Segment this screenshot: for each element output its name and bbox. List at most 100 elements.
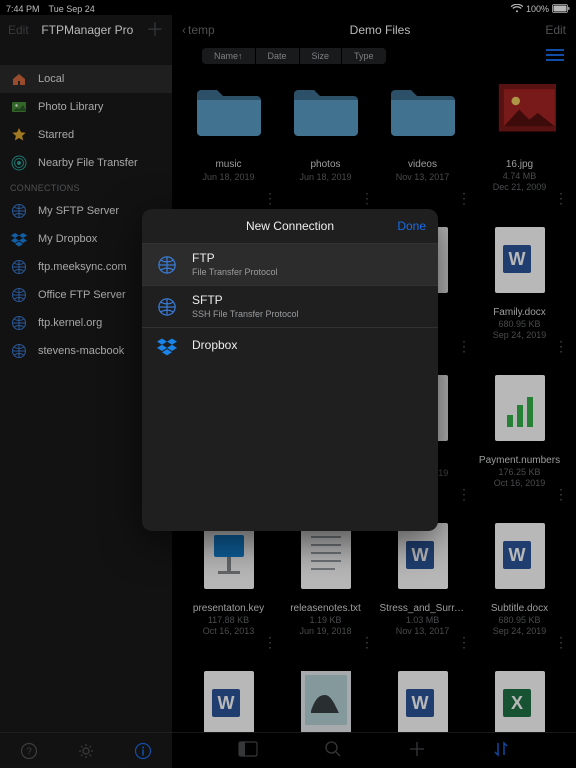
sidebar-item-label: Starred <box>38 129 74 141</box>
file-item[interactable]: W⋮ <box>378 667 467 732</box>
file-item[interactable]: WFamily.docx680.95 KBSep 24, 2019⋮ <box>475 223 564 367</box>
file-item[interactable]: WStress_and_Surr.doc1.03 MBNov 13, 2017⋮ <box>378 519 467 663</box>
battery-percent: 100% <box>526 4 549 14</box>
file-item[interactable]: Payment.numbers176.25 KBOct 16, 2019⋮ <box>475 371 564 515</box>
file-thumb <box>289 667 363 732</box>
new-connection-modal: New Connection Done FTP File Transfer Pr… <box>142 209 438 531</box>
sidebar-add-button[interactable]: ＋ <box>146 21 164 39</box>
file-item[interactable]: X⋮ <box>475 667 564 732</box>
modal-option-dropbox[interactable]: Dropbox <box>142 327 438 363</box>
file-date: Nov 13, 2017 <box>396 172 450 182</box>
sort-name[interactable]: Name↑ <box>202 48 255 64</box>
dropbox-icon <box>156 335 178 357</box>
sort-type[interactable]: Type <box>341 48 386 64</box>
sidebar-item-label: Photo Library <box>38 101 103 113</box>
view-mode-button[interactable] <box>546 48 566 64</box>
search-icon[interactable] <box>324 740 342 761</box>
file-date: Jun 18, 2019 <box>202 172 254 182</box>
globe-icon <box>10 202 28 220</box>
file-size: 117.88 KB <box>208 615 249 625</box>
file-name: videos <box>408 159 437 170</box>
file-name: Subtitle.docx <box>491 603 548 614</box>
globe-icon <box>156 254 178 276</box>
file-more-button[interactable]: ⋮ <box>360 640 374 645</box>
sort-date[interactable]: Date <box>255 48 299 64</box>
status-time: 7:44 PM <box>6 4 40 14</box>
file-name: presentaton.key <box>193 603 264 614</box>
add-icon[interactable] <box>408 740 426 761</box>
file-item[interactable]: ⋮ <box>281 667 370 732</box>
modal-option-title: FTP <box>192 251 278 265</box>
modal-done-button[interactable]: Done <box>397 209 426 243</box>
file-date: Dec 21, 2009 <box>493 182 547 192</box>
sidebar-item-label: My SFTP Server <box>38 205 119 217</box>
file-name: Stress_and_Surr.doc <box>380 603 466 614</box>
file-more-button[interactable]: ⋮ <box>554 640 568 645</box>
sort-size[interactable]: Size <box>299 48 342 64</box>
file-more-button[interactable]: ⋮ <box>457 492 471 497</box>
file-name: 16.jpg <box>506 159 533 170</box>
file-more-button[interactable]: ⋮ <box>457 344 471 349</box>
file-thumb: W <box>386 667 460 732</box>
sidebar-item-label: Nearby File Transfer <box>38 157 138 169</box>
modal-option-ftp[interactable]: FTP File Transfer Protocol <box>142 243 438 285</box>
info-icon[interactable] <box>131 742 155 760</box>
file-item[interactable]: videosNov 13, 2017⋮ <box>378 75 467 219</box>
page-title: Demo Files <box>215 23 546 37</box>
back-button[interactable]: ‹ temp <box>182 23 215 37</box>
file-more-button[interactable]: ⋮ <box>457 640 471 645</box>
file-item[interactable]: photosJun 18, 2019⋮ <box>281 75 370 219</box>
content-bottom-toolbar <box>172 732 576 768</box>
file-more-button[interactable]: ⋮ <box>360 196 374 201</box>
file-thumb: W <box>192 667 266 732</box>
sidebar-item-starred[interactable]: Starred <box>0 121 172 149</box>
star-icon <box>10 126 28 144</box>
transfer-icon[interactable] <box>492 740 510 761</box>
sidebar-item-label: Office FTP Server <box>38 289 126 301</box>
svg-text:?: ? <box>26 746 32 757</box>
sidebar-item-local[interactable]: Local <box>0 65 172 93</box>
home-icon <box>10 70 28 88</box>
file-name: photos <box>310 159 340 170</box>
nearby-icon <box>10 154 28 172</box>
sidebar-item-nearby[interactable]: Nearby File Transfer <box>0 149 172 177</box>
svg-text:W: W <box>508 545 525 565</box>
content-edit-button[interactable]: Edit <box>545 23 566 37</box>
file-item[interactable]: W⋮ <box>184 667 273 732</box>
file-item[interactable]: releasenotes.txt1.19 KBJun 19, 2018⋮ <box>281 519 370 663</box>
file-size: 176.25 KB <box>498 467 540 477</box>
file-item[interactable]: presentaton.key117.88 KBOct 16, 2013⋮ <box>184 519 273 663</box>
sidebar-edit-button[interactable]: Edit <box>8 23 29 37</box>
gear-icon[interactable] <box>74 742 98 760</box>
file-date: Oct 16, 2013 <box>203 626 255 636</box>
sidebar-item-label: Local <box>38 73 64 85</box>
globe-icon <box>10 342 28 360</box>
file-more-button[interactable]: ⋮ <box>457 196 471 201</box>
help-icon[interactable]: ? <box>17 742 41 760</box>
globe-icon <box>156 296 178 318</box>
file-more-button[interactable]: ⋮ <box>263 640 277 645</box>
wifi-icon <box>511 4 523 13</box>
sort-segmented-control[interactable]: Name↑ Date Size Type <box>202 48 386 64</box>
file-size: 1.19 KB <box>309 615 341 625</box>
status-date: Tue Sep 24 <box>40 4 511 14</box>
modal-option-sftp[interactable]: SFTP SSH File Transfer Protocol <box>142 285 438 327</box>
file-item[interactable]: WSubtitle.docx680.95 KBSep 24, 2019⋮ <box>475 519 564 663</box>
svg-text:W: W <box>411 693 428 713</box>
modal-option-title: Dropbox <box>192 338 237 352</box>
file-more-button[interactable]: ⋮ <box>554 344 568 349</box>
sidebar-item-label: ftp.kernel.org <box>38 317 102 329</box>
panels-icon[interactable] <box>238 741 258 760</box>
file-item[interactable]: 16.jpg4.74 MBDec 21, 2009⋮ <box>475 75 564 219</box>
file-more-button[interactable]: ⋮ <box>263 196 277 201</box>
file-more-button[interactable]: ⋮ <box>554 196 568 201</box>
sidebar-item-photo-library[interactable]: Photo Library <box>0 93 172 121</box>
file-thumb <box>192 75 266 149</box>
file-name: Family.docx <box>493 307 546 318</box>
file-item[interactable]: musicJun 18, 2019⋮ <box>184 75 273 219</box>
file-thumb <box>289 75 363 149</box>
photo-icon <box>10 98 28 116</box>
file-date: Oct 16, 2019 <box>494 478 546 488</box>
file-date: Sep 24, 2019 <box>493 626 547 636</box>
file-more-button[interactable]: ⋮ <box>554 492 568 497</box>
